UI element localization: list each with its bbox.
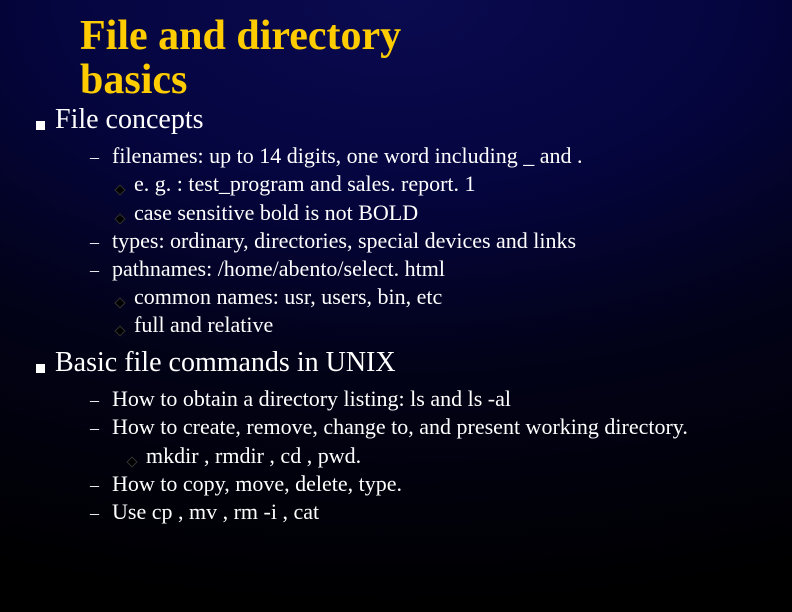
- item-text: e. g. : test_program and sales. report. …: [134, 170, 476, 198]
- item-text: types: ordinary, directories, special de…: [112, 227, 762, 255]
- item-text: pathnames: /home/abento/select. html: [112, 255, 762, 283]
- list-item: – Use cp , mv , rm -i , cat: [90, 498, 762, 526]
- square-bullet-icon: [36, 364, 45, 373]
- item-text: mkdir , rmdir , cd , pwd.: [146, 442, 361, 470]
- section-1-list: – filenames: up to 14 digits, one word i…: [90, 142, 762, 339]
- title-line-1: File and directory: [80, 13, 401, 59]
- list-item: – How to copy, move, delete, type.: [90, 470, 762, 498]
- item-text: How to create, remove, change to, and pr…: [112, 413, 762, 441]
- subsub-list: mkdir , rmdir , cd , pwd.: [116, 442, 762, 470]
- list-item: – How to create, remove, change to, and …: [90, 413, 762, 441]
- section-1-heading: File concepts: [55, 104, 204, 136]
- list-item: – How to obtain a directory listing: ls …: [90, 385, 762, 413]
- diamond-bullet-icon: [114, 185, 125, 196]
- list-item: mkdir , rmdir , cd , pwd.: [116, 442, 762, 470]
- dash-bullet-icon: –: [90, 474, 102, 497]
- section-2-row: Basic file commands in UNIX: [36, 347, 762, 379]
- dash-bullet-icon: –: [90, 146, 102, 169]
- diamond-bullet-icon: [126, 456, 137, 467]
- item-text: full and relative: [134, 311, 273, 339]
- list-item: e. g. : test_program and sales. report. …: [116, 170, 762, 198]
- section-2-heading: Basic file commands in UNIX: [55, 347, 396, 379]
- subsub-list: common names: usr, users, bin, etc full …: [116, 283, 762, 339]
- item-text: How to copy, move, delete, type.: [112, 470, 762, 498]
- diamond-bullet-icon: [114, 297, 125, 308]
- title-line-2: basics: [80, 57, 187, 103]
- list-item: – pathnames: /home/abento/select. html: [90, 255, 762, 283]
- list-item: – types: ordinary, directories, special …: [90, 227, 762, 255]
- dash-bullet-icon: –: [90, 502, 102, 525]
- section-2-list: – How to obtain a directory listing: ls …: [90, 385, 762, 526]
- item-text: filenames: up to 14 digits, one word inc…: [112, 142, 762, 170]
- section-1-row: File concepts: [36, 104, 762, 136]
- diamond-bullet-icon: [114, 325, 125, 336]
- dash-bullet-icon: –: [90, 417, 102, 440]
- subsub-list: e. g. : test_program and sales. report. …: [116, 170, 762, 226]
- item-text: Use cp , mv , rm -i , cat: [112, 498, 762, 526]
- dash-bullet-icon: –: [90, 389, 102, 412]
- slide-title: File and directory basics: [80, 14, 762, 102]
- item-text: How to obtain a directory listing: ls an…: [112, 385, 762, 413]
- dash-bullet-icon: –: [90, 259, 102, 282]
- list-item: full and relative: [116, 311, 762, 339]
- item-text: common names: usr, users, bin, etc: [134, 283, 442, 311]
- dash-bullet-icon: –: [90, 231, 102, 254]
- diamond-bullet-icon: [114, 213, 125, 224]
- list-item: case sensitive bold is not BOLD: [116, 199, 762, 227]
- square-bullet-icon: [36, 121, 45, 130]
- list-item: – filenames: up to 14 digits, one word i…: [90, 142, 762, 170]
- item-text: case sensitive bold is not BOLD: [134, 199, 418, 227]
- list-item: common names: usr, users, bin, etc: [116, 283, 762, 311]
